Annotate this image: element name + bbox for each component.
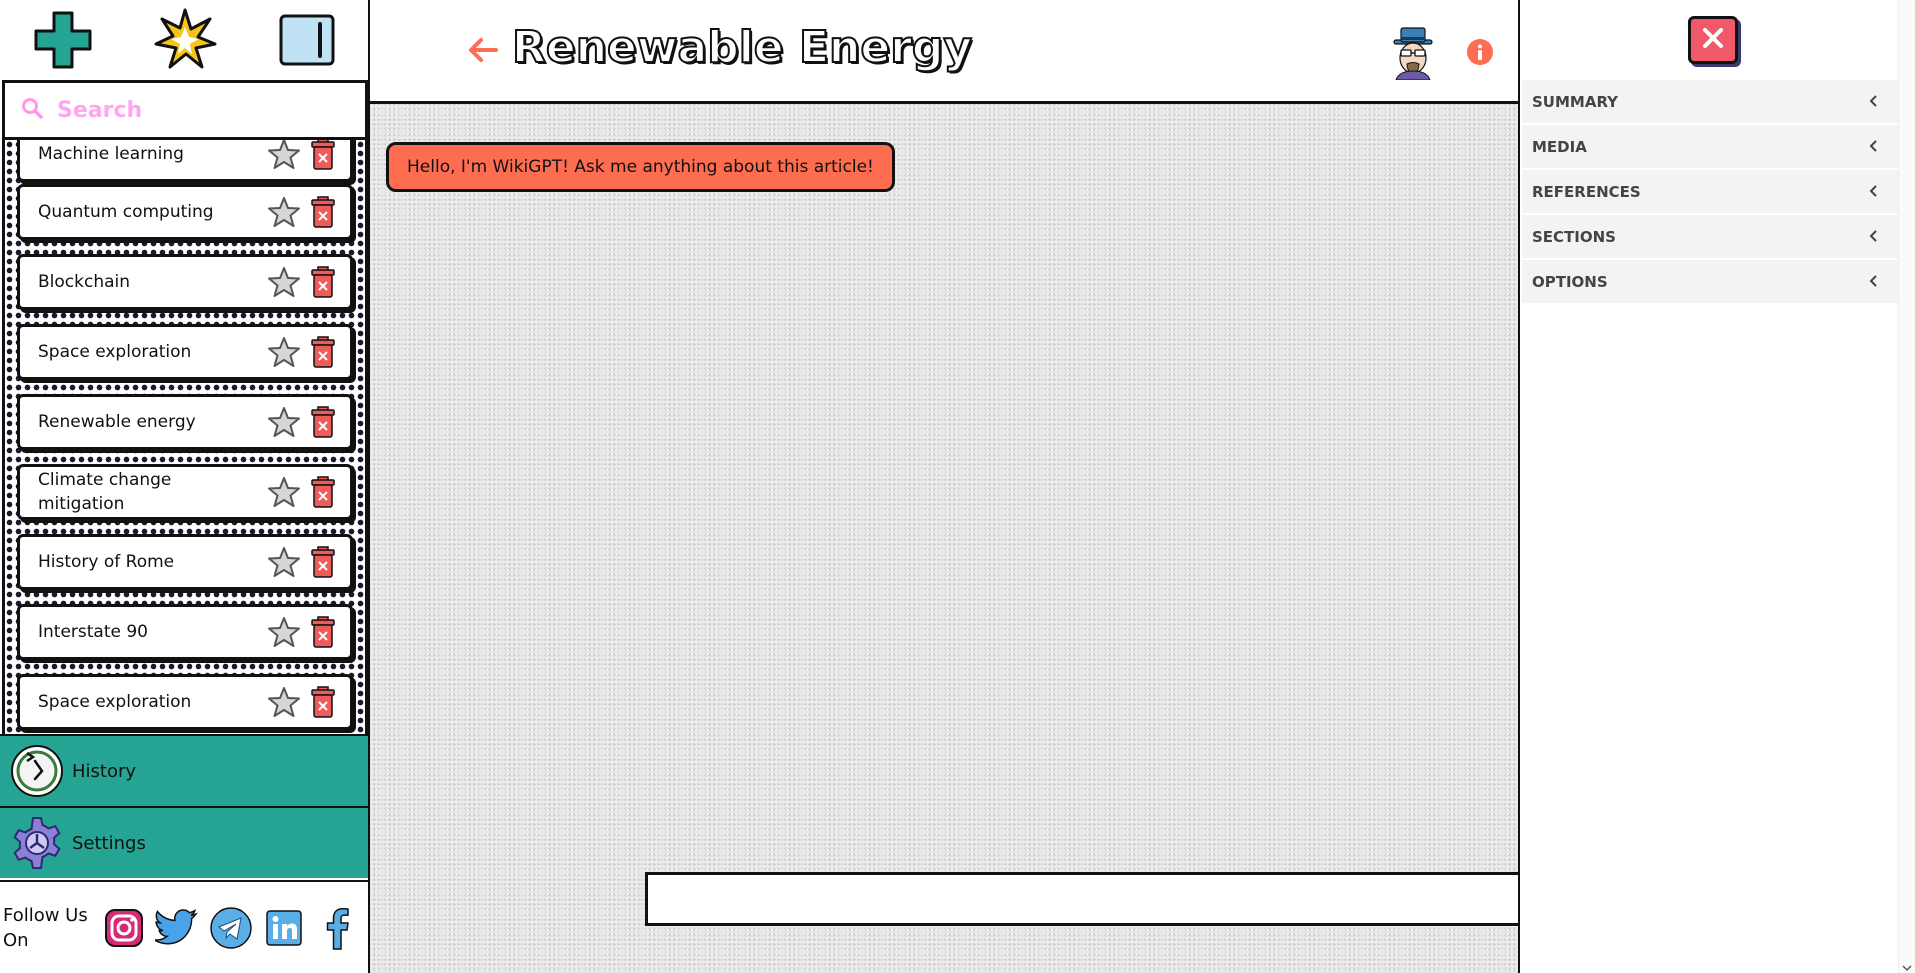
search-box: [2, 80, 368, 140]
instagram-icon[interactable]: [101, 905, 146, 951]
settings-label: Settings: [72, 832, 146, 854]
close-icon: [1701, 26, 1725, 54]
page-title: Renewable Energy: [511, 21, 973, 74]
delete-icon[interactable]: [310, 264, 336, 300]
article-title[interactable]: Climate change mitigation: [38, 468, 266, 516]
star-icon[interactable]: [266, 544, 302, 580]
chevron-left-icon: [1868, 137, 1880, 156]
delete-icon[interactable]: [310, 474, 336, 510]
page-scrollbar[interactable]: [1898, 0, 1915, 973]
article-title[interactable]: History of Rome: [38, 550, 266, 574]
search-input[interactable]: [57, 97, 347, 123]
article-card[interactable]: Quantum computing: [17, 184, 353, 240]
article-card[interactable]: Climate change mitigation: [17, 464, 353, 520]
accordion-label: SUMMARY: [1532, 92, 1619, 111]
article-list[interactable]: Machine learning Quantum computing Block…: [2, 140, 368, 734]
follow-us-footer: Follow Us On: [0, 880, 368, 973]
delete-icon[interactable]: [310, 614, 336, 650]
article-title[interactable]: Renewable energy: [38, 410, 266, 434]
avatar[interactable]: [1388, 26, 1438, 81]
article-title[interactable]: Space exploration: [38, 340, 266, 364]
sidebar-top-toolbar: [0, 0, 368, 80]
accordion-label: REFERENCES: [1532, 182, 1641, 201]
star-icon[interactable]: [266, 264, 302, 300]
accordion-label: MEDIA: [1532, 137, 1587, 156]
history-label: History: [72, 760, 137, 782]
follow-us-label: Follow Us On: [3, 904, 88, 951]
delete-icon[interactable]: [310, 194, 336, 230]
delete-icon[interactable]: [310, 404, 336, 440]
article-title[interactable]: Machine learning: [38, 142, 266, 166]
linkedin-icon[interactable]: [261, 905, 306, 951]
delete-icon[interactable]: [310, 334, 336, 370]
facebook-icon[interactable]: [315, 905, 360, 951]
star-icon[interactable]: [266, 684, 302, 720]
accordion-label: SECTIONS: [1532, 227, 1616, 246]
article-info-panel: SUMMARY MEDIA REFERENCES SECTIONS OPTION…: [1518, 0, 1898, 973]
star-icon[interactable]: [266, 614, 302, 650]
article-card[interactable]: Machine learning: [17, 140, 353, 182]
chat-area: Hello, I'm WikiGPT! Ask me anything abou…: [370, 104, 1518, 973]
info-icon[interactable]: [1466, 38, 1494, 66]
delete-icon[interactable]: [310, 140, 336, 172]
history-icon: [8, 742, 66, 800]
star-icon[interactable]: [266, 140, 302, 172]
article-card[interactable]: History of Rome: [17, 534, 353, 590]
history-button[interactable]: History: [0, 734, 368, 806]
article-title[interactable]: Quantum computing: [38, 200, 266, 224]
bot-message-bubble: Hello, I'm WikiGPT! Ask me anything abou…: [386, 142, 895, 192]
accordion-references[interactable]: REFERENCES: [1522, 170, 1898, 214]
star-icon[interactable]: [266, 404, 302, 440]
plus-icon[interactable]: [30, 7, 96, 73]
search-icon: [21, 97, 43, 123]
accordion-sections[interactable]: SECTIONS: [1522, 215, 1898, 259]
article-title[interactable]: Space exploration: [38, 690, 266, 714]
chevron-down-icon[interactable]: [1902, 958, 1912, 972]
twitter-icon[interactable]: [155, 905, 200, 951]
article-title[interactable]: Interstate 90: [38, 620, 266, 644]
delete-icon[interactable]: [310, 684, 336, 720]
gear-icon: [8, 814, 66, 872]
accordion-options[interactable]: OPTIONS: [1522, 260, 1898, 304]
back-arrow-icon[interactable]: [466, 33, 500, 67]
star-icon[interactable]: [266, 194, 302, 230]
chevron-left-icon: [1868, 182, 1880, 201]
close-panel-button[interactable]: [1688, 16, 1738, 64]
accordion-media[interactable]: MEDIA: [1522, 125, 1898, 169]
article-title[interactable]: Blockchain: [38, 270, 266, 294]
article-card[interactable]: Interstate 90: [17, 604, 353, 660]
article-card[interactable]: Renewable energy: [17, 394, 353, 450]
article-header: Renewable Energy: [370, 0, 1518, 104]
star-icon[interactable]: [266, 474, 302, 510]
delete-icon[interactable]: [310, 544, 336, 580]
sidebar: Machine learning Quantum computing Block…: [0, 0, 370, 973]
telegram-icon[interactable]: [208, 905, 253, 951]
accordion-label: OPTIONS: [1532, 272, 1608, 291]
article-card[interactable]: Space exploration: [17, 674, 353, 730]
chevron-left-icon: [1868, 272, 1880, 291]
sidebar-toggle-icon[interactable]: [274, 7, 340, 73]
chevron-left-icon: [1868, 92, 1880, 111]
star-icon[interactable]: [266, 334, 302, 370]
settings-button[interactable]: Settings: [0, 806, 368, 878]
sparkle-icon[interactable]: [152, 7, 218, 73]
chat-input[interactable]: [645, 872, 1518, 926]
accordion-summary[interactable]: SUMMARY: [1522, 80, 1898, 124]
article-card[interactable]: Space exploration: [17, 324, 353, 380]
article-card[interactable]: Blockchain: [17, 254, 353, 310]
chevron-left-icon: [1868, 227, 1880, 246]
